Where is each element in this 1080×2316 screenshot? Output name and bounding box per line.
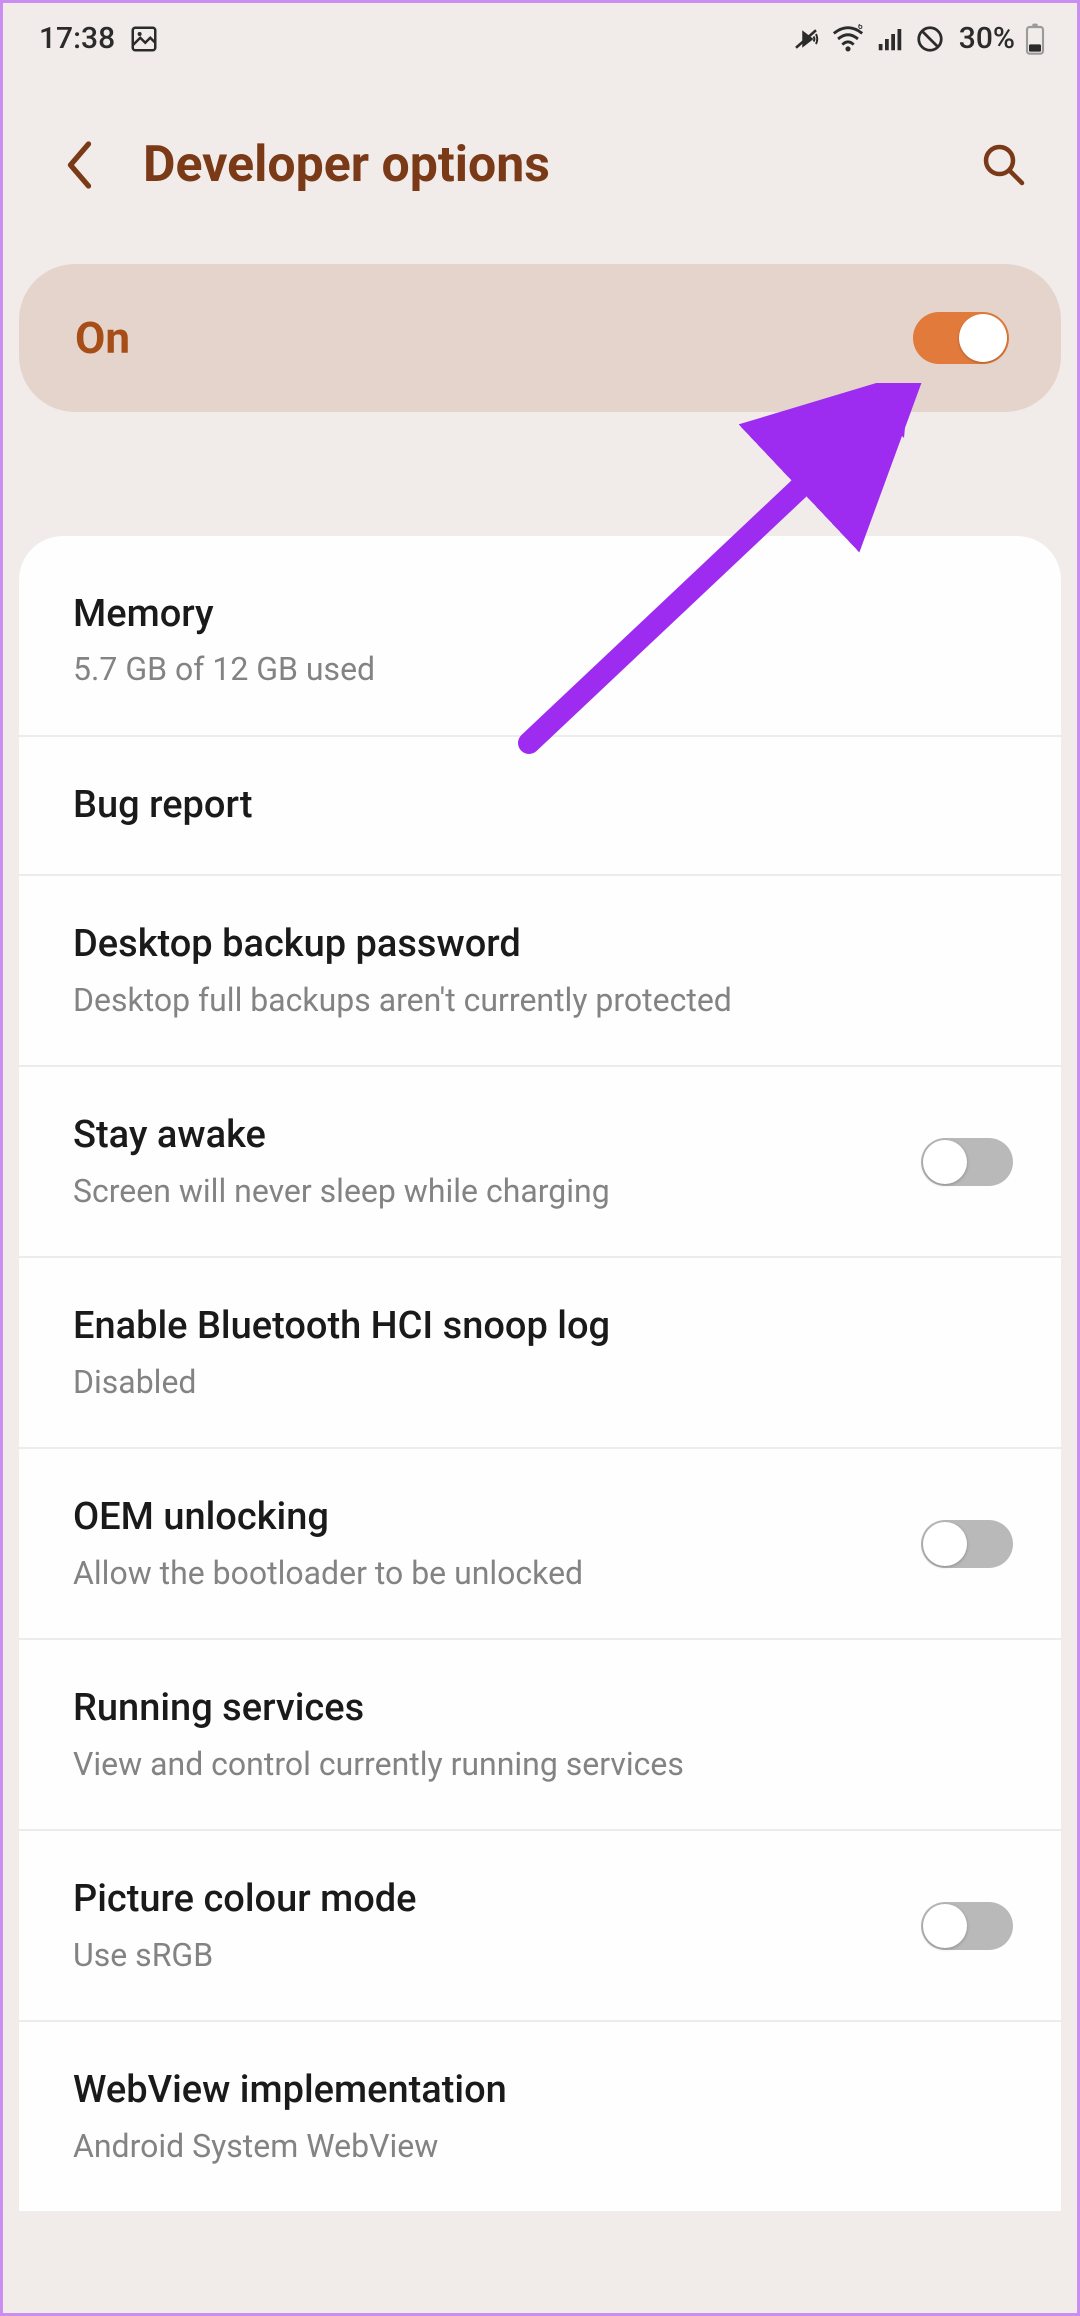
setting-subtitle: Android System WebView (73, 2126, 1013, 2168)
setting-subtitle: Allow the bootloader to be unlocked (73, 1553, 921, 1595)
wifi-icon: 6 (831, 24, 865, 54)
setting-bluetooth-hci-log[interactable]: Enable Bluetooth HCI snoop log Disabled (19, 1258, 1061, 1449)
page-title: Developer options (143, 136, 977, 194)
header: Developer options (3, 70, 1077, 264)
setting-oem-unlocking[interactable]: OEM unlocking Allow the bootloader to be… (19, 1449, 1061, 1640)
setting-subtitle: 5.7 GB of 12 GB used (73, 649, 1013, 691)
setting-title: Enable Bluetooth HCI snoop log (73, 1302, 1013, 1351)
master-toggle-switch[interactable] (913, 312, 1009, 364)
setting-subtitle: Screen will never sleep while charging (73, 1171, 921, 1213)
signal-icon (875, 24, 905, 54)
setting-title: Stay awake (73, 1111, 921, 1160)
setting-title: Running services (73, 1684, 1013, 1733)
status-time: 17:38 (39, 21, 115, 56)
setting-subtitle: Disabled (73, 1362, 1013, 1404)
battery-icon (1025, 23, 1045, 55)
setting-running-services[interactable]: Running services View and control curren… (19, 1640, 1061, 1831)
setting-title: Desktop backup password (73, 920, 1013, 969)
setting-stay-awake[interactable]: Stay awake Screen will never sleep while… (19, 1067, 1061, 1258)
search-button[interactable] (977, 138, 1031, 192)
oem-unlocking-toggle[interactable] (921, 1520, 1013, 1568)
picture-colour-mode-toggle[interactable] (921, 1902, 1013, 1950)
setting-title: Bug report (73, 781, 1013, 830)
setting-title: Picture colour mode (73, 1875, 921, 1924)
setting-subtitle: View and control currently running servi… (73, 1744, 1013, 1786)
settings-panel: Memory 5.7 GB of 12 GB used Bug report D… (19, 536, 1061, 2211)
master-toggle-row[interactable]: On (19, 264, 1061, 412)
setting-title: OEM unlocking (73, 1493, 921, 1542)
master-toggle-label: On (75, 312, 130, 364)
svg-text:6: 6 (858, 24, 863, 32)
setting-webview-implementation[interactable]: WebView implementation Android System We… (19, 2022, 1061, 2211)
status-bar: 17:38 6 30% (3, 3, 1077, 70)
setting-desktop-backup-password[interactable]: Desktop backup password Desktop full bac… (19, 876, 1061, 1067)
back-button[interactable] (59, 143, 103, 187)
setting-picture-colour-mode[interactable]: Picture colour mode Use sRGB (19, 1831, 1061, 2022)
setting-memory[interactable]: Memory 5.7 GB of 12 GB used (19, 546, 1061, 737)
battery-text: 30% (959, 21, 1015, 56)
stay-awake-toggle[interactable] (921, 1138, 1013, 1186)
setting-title: WebView implementation (73, 2066, 1013, 2115)
setting-subtitle: Desktop full backups aren't currently pr… (73, 980, 1013, 1022)
vibrate-icon (791, 24, 821, 54)
setting-subtitle: Use sRGB (73, 1935, 921, 1977)
setting-bug-report[interactable]: Bug report (19, 737, 1061, 876)
dnd-icon (915, 24, 945, 54)
setting-title: Memory (73, 590, 1013, 639)
gallery-icon (129, 24, 159, 54)
